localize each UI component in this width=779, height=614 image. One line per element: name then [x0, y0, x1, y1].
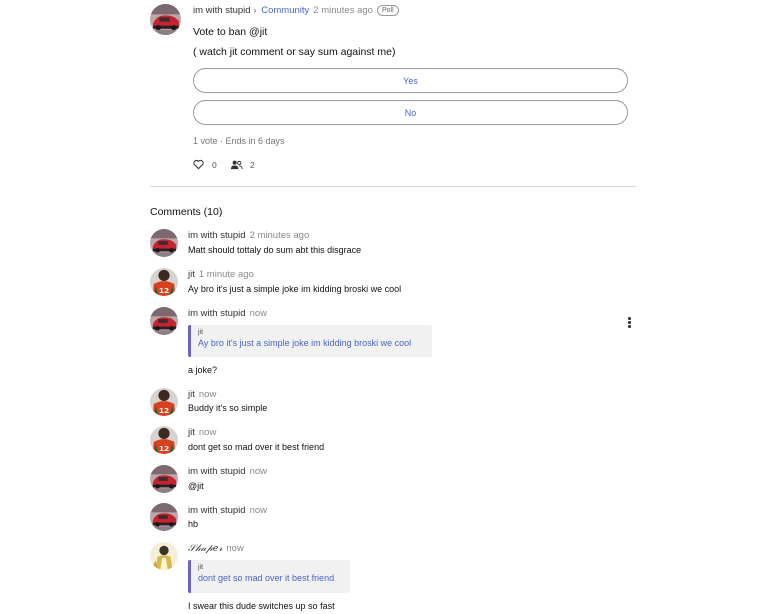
comment-time: 2 minutes ago	[249, 230, 310, 241]
comment-time: now	[226, 543, 244, 554]
poll-option-label: No	[404, 107, 417, 118]
comment-author[interactable]: jit	[188, 427, 195, 438]
quoted-author: jit	[198, 564, 204, 571]
comment-meta: im with stupid 2 minutes ago	[188, 230, 309, 241]
comment-avatar[interactable]	[150, 465, 178, 493]
comment-time: now	[198, 427, 217, 438]
comment-meta: 𝒮𝒽𝒶𝓅𝑒𝓇 now	[188, 543, 244, 554]
comment-avatar[interactable]	[150, 503, 178, 531]
comment-text: @jit	[188, 481, 204, 491]
participants-control[interactable]: 2	[230, 159, 255, 170]
poll-badge: Poll	[376, 5, 399, 16]
comment-meta: jit 1 minute ago	[188, 269, 254, 280]
chevron-right-icon: ›	[253, 6, 257, 15]
quoted-author: jit	[198, 329, 204, 336]
comments-header: Comments (10)	[150, 206, 223, 218]
comment-avatar[interactable]	[150, 388, 178, 416]
post-meta: im with stupid › Community 2 minutes ago Pol…	[193, 5, 399, 16]
quoted-comment: jit Ay bro it's just a simple joke im ki…	[188, 325, 432, 357]
comment-meta: jit now	[188, 389, 216, 400]
comment-avatar[interactable]	[150, 307, 178, 335]
post-subtitle: ( watch jit comment or say sum against m…	[193, 46, 396, 58]
comment-text: I swear this dude switches up so fast	[188, 601, 335, 611]
comment-author[interactable]: im with stupid	[188, 466, 246, 477]
comment-time: now	[249, 466, 267, 477]
comment-author[interactable]: im with stupid	[188, 308, 246, 319]
heart-icon	[193, 159, 204, 170]
post-author[interactable]: im with stupid	[193, 5, 251, 16]
post-title: Vote to ban @jit	[193, 26, 268, 38]
comment-author[interactable]: 𝒮𝒽𝒶𝓅𝑒𝓇	[188, 543, 222, 554]
comment-time: now	[249, 308, 267, 319]
comment-avatar[interactable]	[150, 426, 178, 454]
comment-meta: jit now	[188, 427, 216, 438]
comment-author[interactable]: im with stupid	[188, 505, 246, 516]
like-count: 0	[212, 159, 217, 170]
poll-option-yes-button[interactable]: Yes	[193, 68, 628, 93]
comment-avatar[interactable]	[150, 542, 178, 570]
comment-text: dont get so mad over it best friend	[188, 442, 325, 452]
poll-status: 1 vote · Ends in 6 days	[193, 136, 285, 146]
comment-text: Buddy it's so simple	[188, 403, 268, 413]
comment-time: 1 minute ago	[198, 269, 254, 280]
comment-text: hb	[188, 519, 199, 529]
section-divider	[150, 186, 636, 187]
comment-author[interactable]: jit	[188, 389, 195, 400]
comment-author[interactable]: im with stupid	[188, 230, 246, 241]
comment-author[interactable]: jit	[188, 269, 195, 280]
comment-meta: im with stupid now	[188, 308, 267, 319]
comment-time: now	[198, 389, 217, 400]
post-time: 2 minutes ago	[313, 5, 373, 16]
comment-time: now	[249, 505, 267, 516]
participants-count: 2	[250, 159, 255, 170]
comment-avatar[interactable]	[150, 268, 178, 296]
comment-text: Ay bro it's just a simple joke im kiddin…	[188, 284, 402, 294]
post-author-avatar[interactable]	[150, 4, 181, 35]
more-options-icon[interactable]	[628, 317, 631, 329]
comment-text: a joke?	[188, 365, 218, 375]
quoted-text: Ay bro it's just a simple joke im kiddin…	[198, 338, 412, 348]
post-community-link[interactable]: Community	[261, 5, 309, 16]
poll-option-label: Yes	[403, 75, 418, 86]
comment-avatar[interactable]	[150, 229, 178, 257]
people-icon	[230, 159, 243, 170]
comment-meta: im with stupid now	[188, 505, 267, 516]
poll-option-no-button[interactable]: No	[193, 100, 628, 125]
comment-meta: im with stupid now	[188, 466, 267, 477]
quoted-text: dont get so mad over it best friend	[198, 573, 335, 583]
quoted-comment: jit dont get so mad over it best friend	[188, 560, 350, 593]
comment-text: Matt should tottaly do sum abt this disg…	[188, 245, 362, 255]
like-control[interactable]: 0	[193, 159, 217, 170]
